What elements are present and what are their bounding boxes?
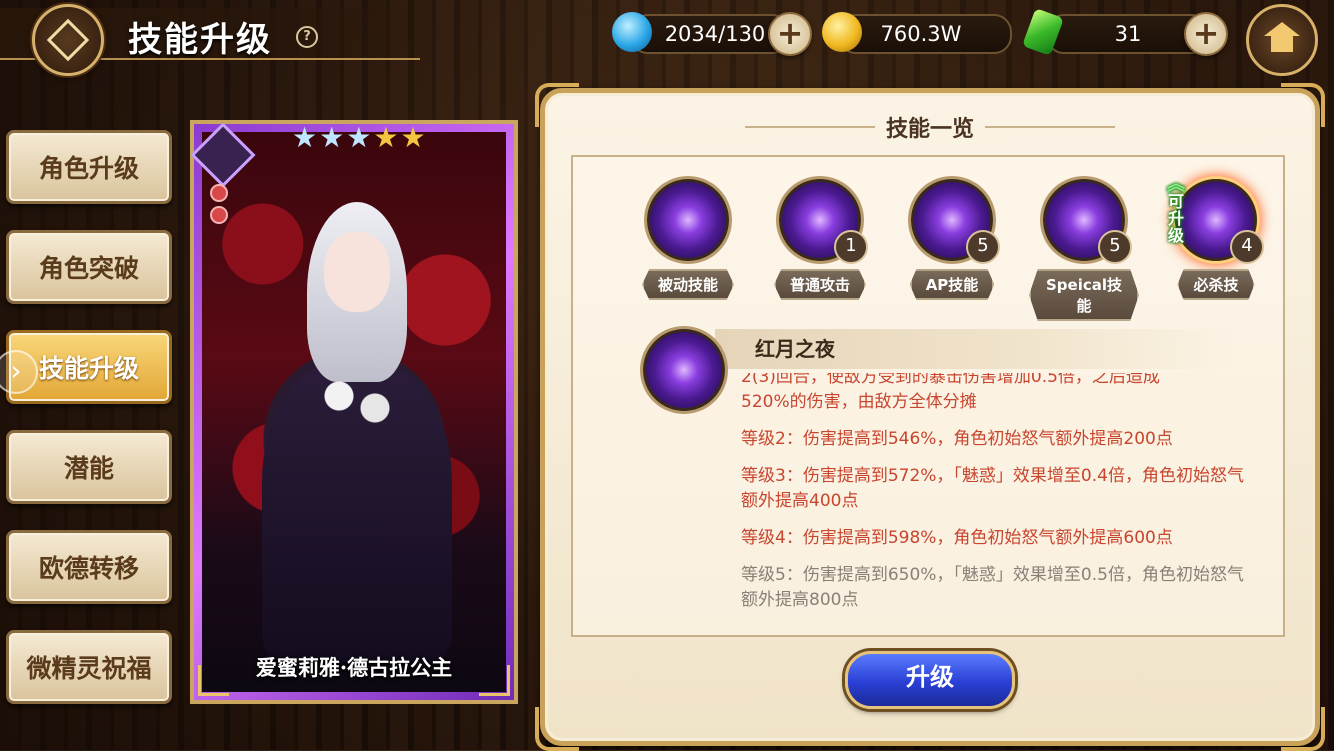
gold-value: 760.3W — [880, 22, 962, 46]
normal-attack-icon: 1 — [779, 179, 868, 264]
panel-corner-ornament — [1281, 707, 1325, 751]
title-divider-right — [985, 126, 1115, 128]
star-icon: ★ — [346, 121, 372, 154]
skill-normal-attack[interactable]: 1 普通攻击 — [765, 179, 875, 300]
gold-counter: 760.3W — [838, 14, 1012, 54]
stamina-counter: 2034/130 — [630, 14, 790, 54]
desc-line-1: 520%的伤害，由敌方全体分摊 — [741, 392, 977, 412]
gem-value: 31 — [1114, 22, 1142, 46]
menu-item-breakthrough[interactable]: 角色突破 — [6, 230, 172, 304]
skill-level-badge: 5 — [966, 230, 1000, 264]
upgrade-button[interactable]: 升级 — [845, 651, 1015, 709]
skill-ap[interactable]: 5 AP技能 — [897, 179, 1007, 300]
panel-title: 技能一览 — [885, 116, 974, 142]
menu-item-level-up[interactable]: 角色升级 — [6, 130, 172, 204]
add-stamina-button[interactable]: + — [768, 12, 812, 56]
back-button[interactable] — [32, 4, 104, 76]
skill-level-badge: 4 — [1230, 230, 1264, 264]
skill-label: AP技能 — [909, 269, 995, 300]
skill-list: 被动技能 1 普通攻击 5 AP技能 5 Speical技能 4 ︽ 可升级 必… — [633, 157, 1264, 321]
top-bar: 技能升级 ? 2034/130 + 760.3W 31 + — [0, 0, 1334, 76]
skill-passive[interactable]: 被动技能 — [633, 179, 743, 300]
character-name: 爱蜜莉雅·德古拉公主 — [255, 655, 453, 680]
star-icon: ★ — [373, 121, 399, 154]
page-title: 技能升级 — [128, 20, 272, 60]
skill-special[interactable]: 5 Speical技能 — [1029, 179, 1139, 321]
selected-skill-icon — [643, 329, 725, 411]
character-card[interactable]: 爱蜜莉雅·德古拉公主 ★ ★ ★ ★ ★ — [190, 120, 518, 704]
help-icon[interactable]: ? — [296, 26, 318, 48]
add-gem-button[interactable]: + — [1184, 12, 1228, 56]
skill-label: 必杀技 — [1177, 269, 1255, 300]
home-button[interactable] — [1246, 4, 1318, 76]
selected-skill-name: 红月之夜 — [715, 329, 1235, 369]
passive-skill-icon — [647, 179, 729, 261]
menu-item-spirit-blessing[interactable]: 微精灵祝福 — [6, 630, 172, 704]
skill-label: Speical技能 — [1029, 269, 1139, 321]
skill-label: 普通攻击 — [773, 269, 866, 300]
red-gem-icon — [210, 184, 228, 202]
skill-panel: 技能一览 被动技能 1 普通攻击 5 AP技能 5 Speical技能 4 ︽ … — [535, 83, 1325, 751]
stamina-value: 2034/130 — [664, 22, 766, 46]
desc-level-3: 等级3：伤害提高到572%，「魅惑」效果增至0.4倍，角色初始怒气额外提高400… — [741, 466, 1244, 511]
back-diamond-icon — [46, 18, 90, 62]
panel-corner-ornament — [535, 707, 579, 751]
desc-level-4: 等级4：伤害提高到598%，角色初始怒气额外提高600点 — [741, 528, 1173, 548]
desc-line-0: 2(3)回合，使敌方受到的暴击伤害增加0.5倍，之后造成 — [741, 373, 1160, 387]
water-drop-icon — [612, 12, 652, 52]
special-skill-icon: 5 — [1043, 179, 1132, 264]
character-art: 爱蜜莉雅·德古拉公主 — [202, 132, 506, 692]
star-rating: ★ ★ ★ ★ ★ — [292, 124, 426, 152]
ap-skill-icon: 5 — [911, 179, 1000, 264]
upgradeable-tag: ︽ 可升级 — [1164, 174, 1188, 245]
side-menu: 角色升级 角色突破 技能升级 潜能 欧德转移 微精灵祝福 — [6, 130, 172, 730]
star-icon: ★ — [400, 121, 426, 154]
skill-description[interactable]: 2(3)回合，使敌方受到的暴击伤害增加0.5倍，之后造成 520%的伤害，由敌方… — [741, 373, 1251, 617]
upgradeable-text: 可升级 — [1167, 192, 1184, 245]
desc-level-2: 等级2：伤害提高到546%，角色初始怒气额外提高200点 — [741, 429, 1173, 449]
menu-item-potential[interactable]: 潜能 — [6, 430, 172, 504]
card-corner-ornament — [198, 665, 229, 696]
desc-effect: 2(3)回合，使敌方受到的暴击伤害增加0.5倍，之后造成 520%的伤害，由敌方… — [741, 373, 1251, 415]
gold-coin-icon — [822, 12, 862, 52]
skill-ultimate[interactable]: 4 ︽ 可升级 必杀技 — [1161, 176, 1271, 300]
character-face — [324, 232, 390, 312]
skill-frame: 被动技能 1 普通攻击 5 AP技能 5 Speical技能 4 ︽ 可升级 必… — [571, 155, 1285, 637]
card-corner-ornament — [479, 665, 510, 696]
star-icon: ★ — [292, 121, 318, 154]
home-icon — [1264, 22, 1300, 54]
star-icon: ★ — [319, 121, 345, 154]
up-chevron-icon: ︽ — [1167, 174, 1185, 195]
desc-level-5: 等级5：伤害提高到650%，「魅惑」效果增至0.5倍，角色初始怒气额外提高800… — [741, 565, 1244, 610]
menu-item-od-transfer[interactable]: 欧德转移 — [6, 530, 172, 604]
skill-label: 被动技能 — [641, 269, 734, 300]
skill-level-badge: 5 — [1098, 230, 1132, 264]
red-gem-icon-2 — [210, 206, 228, 224]
ultimate-skill-icon: 4 ︽ 可升级 — [1167, 176, 1264, 264]
white-roses — [312, 372, 402, 432]
skill-level-badge: 1 — [834, 230, 868, 264]
